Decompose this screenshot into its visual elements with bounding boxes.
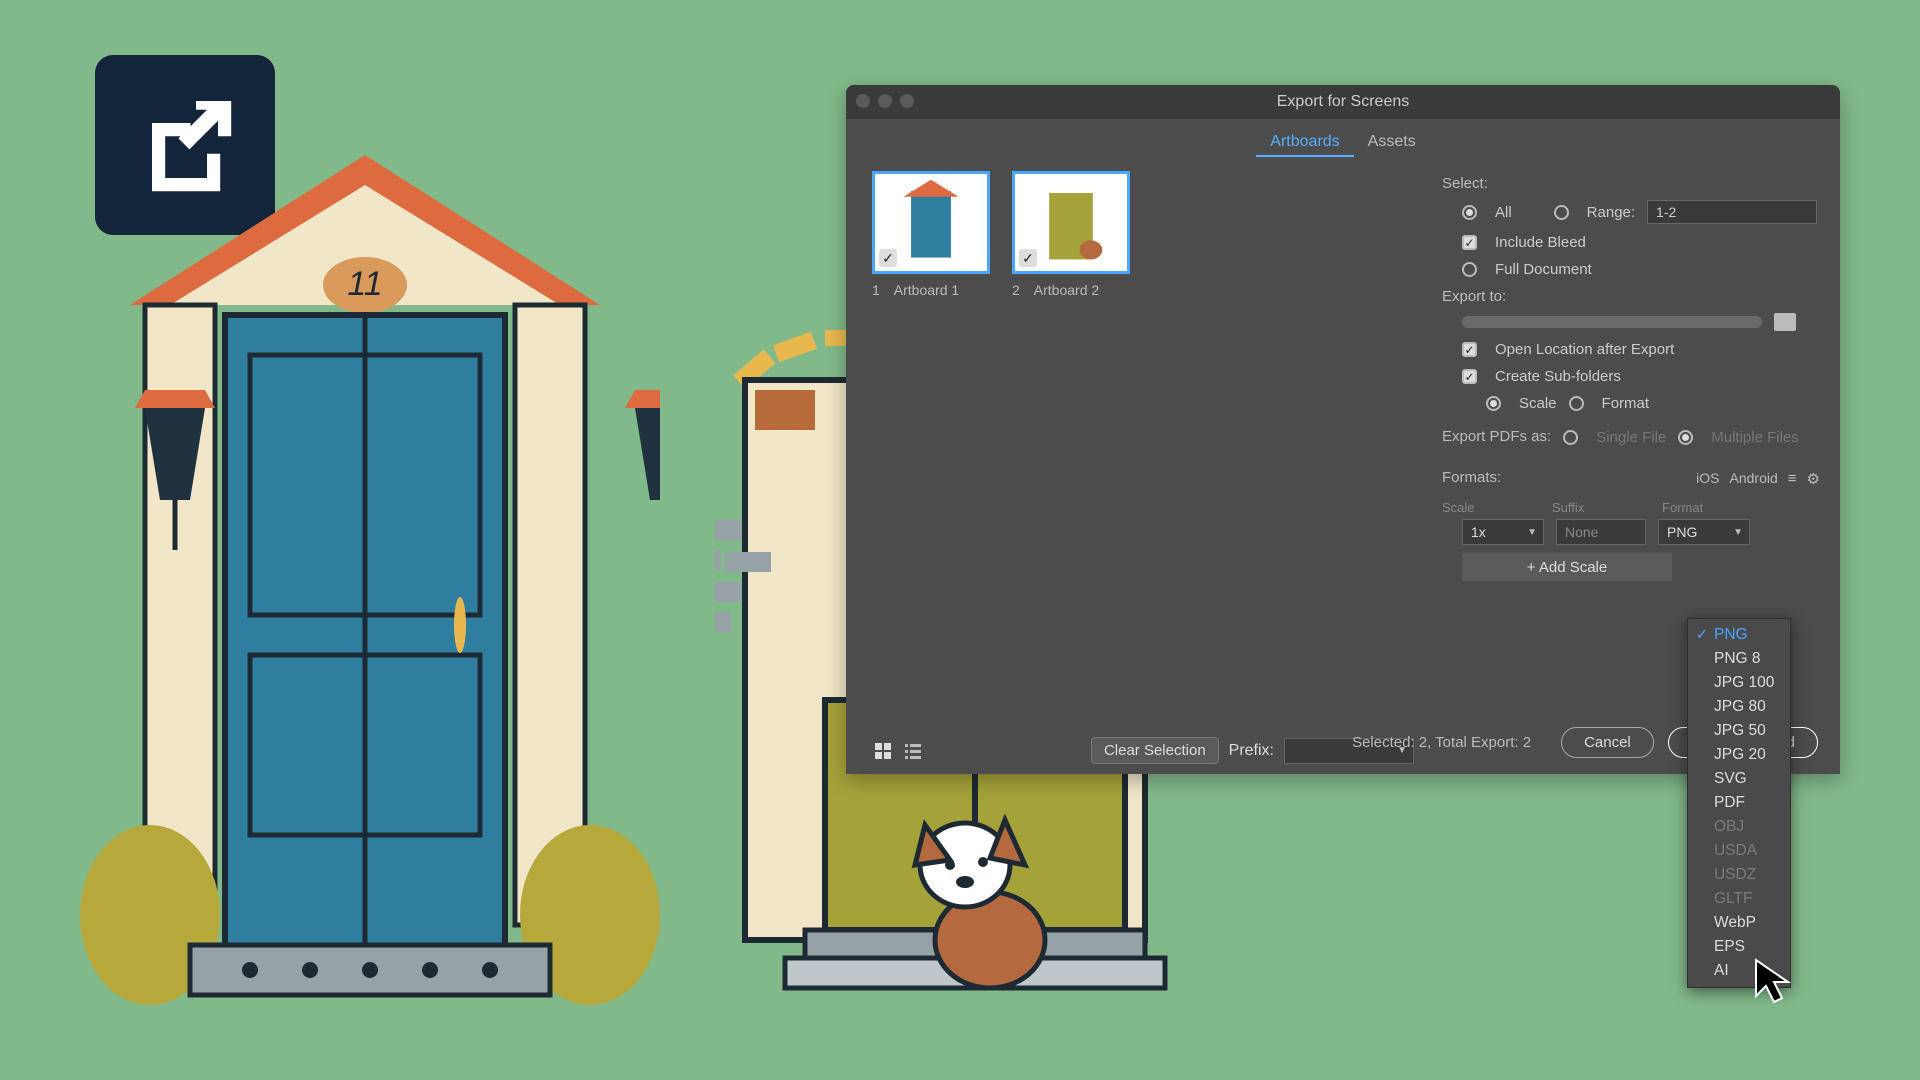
radio-single-file xyxy=(1563,430,1578,445)
col-suffix: Suffix xyxy=(1552,500,1632,515)
preset-ios[interactable]: iOS xyxy=(1696,470,1719,488)
artboard-name: Artboard 2 xyxy=(1034,282,1099,298)
suffix-select[interactable]: None xyxy=(1556,519,1646,545)
radio-multiple-files xyxy=(1678,430,1693,445)
format-option-gltf: GLTF xyxy=(1688,887,1790,911)
radio-subfolder-format[interactable] xyxy=(1569,396,1584,411)
close-dot[interactable] xyxy=(856,94,870,108)
house-number: 11 xyxy=(347,265,382,303)
format-option-webp[interactable]: WebP xyxy=(1688,911,1790,935)
col-scale: Scale xyxy=(1442,500,1522,515)
maximize-dot[interactable] xyxy=(900,94,914,108)
radio-full-document[interactable] xyxy=(1462,262,1477,277)
format-option-pdf[interactable]: PDF xyxy=(1688,791,1790,815)
format-option-png-8[interactable]: PNG 8 xyxy=(1688,647,1790,671)
col-format: Format xyxy=(1662,500,1742,515)
format-option-jpg-20[interactable]: JPG 20 xyxy=(1688,743,1790,767)
preset-android[interactable]: Android xyxy=(1730,470,1778,488)
cancel-button[interactable]: Cancel xyxy=(1561,727,1654,758)
format-option-jpg-80[interactable]: JPG 80 xyxy=(1688,695,1790,719)
tab-artboards[interactable]: Artboards xyxy=(1256,129,1353,157)
check-include-bleed[interactable] xyxy=(1462,235,1477,250)
format-option-usda: USDA xyxy=(1688,839,1790,863)
formats-label: Formats: xyxy=(1442,469,1501,486)
cursor-icon xyxy=(1754,958,1794,1009)
export-to-label: Export to: xyxy=(1442,288,1820,305)
export-pdfs-label: Export PDFs as: xyxy=(1442,428,1551,445)
range-input[interactable] xyxy=(1647,200,1817,224)
format-option-jpg-50[interactable]: JPG 50 xyxy=(1688,719,1790,743)
folder-icon[interactable] xyxy=(1774,313,1796,331)
select-label: Select: xyxy=(1442,175,1820,192)
dialog-titlebar[interactable]: Export for Screens xyxy=(846,85,1840,119)
selection-summary: Selected: 2, Total Export: 2 xyxy=(1352,734,1531,751)
artboard-name: Artboard 1 xyxy=(894,282,959,298)
artboard-check[interactable]: ✓ xyxy=(1019,249,1037,267)
window-controls[interactable] xyxy=(856,94,914,108)
format-option-svg[interactable]: SVG xyxy=(1688,767,1790,791)
artboard-num: 2 xyxy=(1012,282,1020,298)
artboard-check[interactable]: ✓ xyxy=(879,249,897,267)
format-option-jpg-100[interactable]: JPG 100 xyxy=(1688,671,1790,695)
format-option-eps[interactable]: EPS xyxy=(1688,935,1790,959)
format-select[interactable]: PNG▼ xyxy=(1658,519,1750,545)
check-open-after[interactable] xyxy=(1462,342,1477,357)
format-dropdown-menu[interactable]: PNGPNG 8JPG 100JPG 80JPG 50JPG 20SVGPDFO… xyxy=(1687,618,1791,988)
tab-assets[interactable]: Assets xyxy=(1354,129,1430,157)
illustration-blue-door: 11 xyxy=(70,155,660,1005)
add-scale-button[interactable]: + Add Scale xyxy=(1462,553,1672,581)
artboard-thumb[interactable]: ✓ 2 Artboard 2 xyxy=(1012,171,1130,298)
export-path-input[interactable] xyxy=(1462,316,1762,328)
artboard-num: 1 xyxy=(872,282,880,298)
list-icon[interactable]: ≡ xyxy=(1788,470,1797,488)
format-option-png[interactable]: PNG xyxy=(1688,623,1790,647)
minimize-dot[interactable] xyxy=(878,94,892,108)
format-option-usdz: USDZ xyxy=(1688,863,1790,887)
radio-subfolder-scale[interactable] xyxy=(1486,396,1501,411)
dialog-tabs: Artboards Assets xyxy=(846,129,1840,157)
radio-all[interactable] xyxy=(1462,205,1477,220)
radio-range[interactable] xyxy=(1554,205,1569,220)
check-create-subfolders[interactable] xyxy=(1462,369,1477,384)
artboard-thumb[interactable]: ✓ 1 Artboard 1 xyxy=(872,171,990,298)
gear-icon[interactable]: ⚙ xyxy=(1807,470,1820,488)
dialog-title: Export for Screens xyxy=(846,93,1840,111)
artboards-pane: ✓ 1 Artboard 1 ✓ 2 Artboard 2 xyxy=(846,157,1432,774)
scale-select[interactable]: 1x▼ xyxy=(1462,519,1544,545)
format-option-obj: OBJ xyxy=(1688,815,1790,839)
